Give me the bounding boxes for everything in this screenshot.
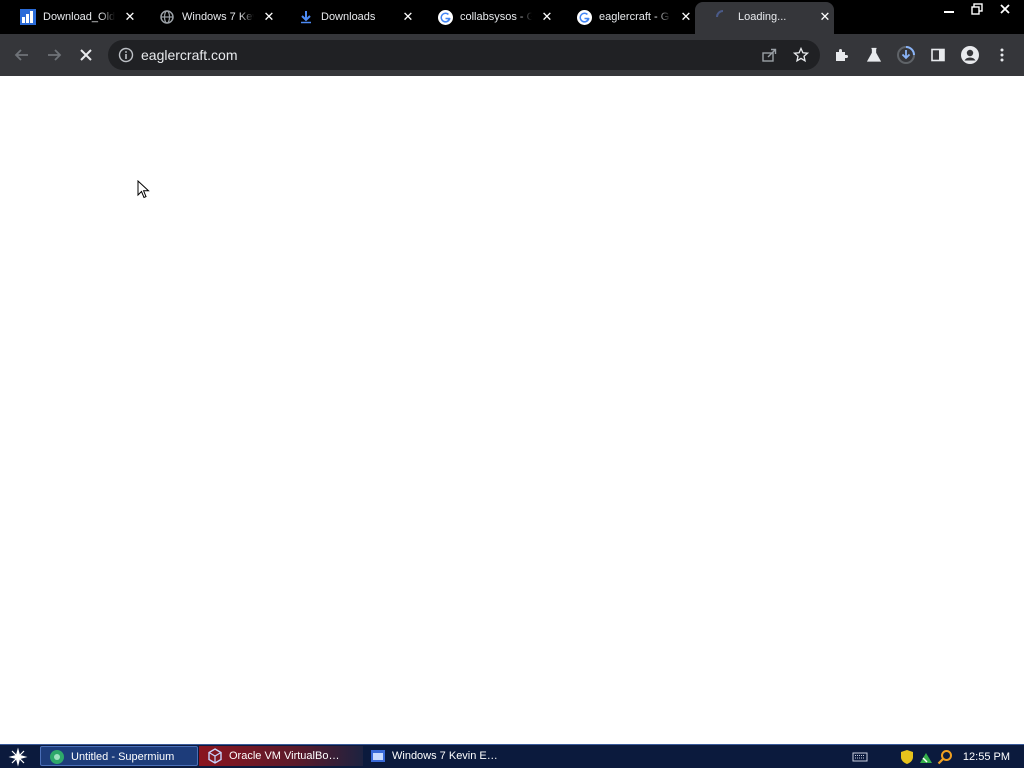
google-icon — [437, 9, 453, 25]
tab-collabsysos[interactable]: collabsysos - G ✕ — [417, 0, 556, 34]
search-icon[interactable] — [937, 749, 953, 765]
tab-title: Download_Old — [43, 11, 115, 23]
close-icon[interactable]: ✕ — [401, 10, 415, 24]
back-button[interactable] — [10, 43, 34, 67]
tab-strip: Download_Old ✕ Windows 7 Kev ✕ Downloads… — [0, 0, 1024, 34]
globe-icon — [159, 9, 175, 25]
google-icon — [576, 9, 592, 25]
page-content-area[interactable] — [0, 76, 1024, 744]
side-panel-button[interactable] — [926, 43, 950, 67]
kebab-menu-icon — [1000, 48, 1004, 62]
keyboard-icon[interactable] — [852, 749, 868, 765]
minimize-icon — [944, 11, 954, 13]
url-text[interactable]: eaglercraft.com — [141, 47, 237, 63]
forward-button[interactable] — [42, 43, 66, 67]
tab-title: collabsysos - G — [460, 11, 532, 23]
start-star-icon — [8, 747, 28, 766]
restore-icon — [971, 3, 983, 15]
taskbar-item-virtualbox[interactable]: Oracle VM VirtualBo… — [199, 746, 363, 766]
tab-title: eaglercraft - G — [599, 11, 670, 23]
window-app-icon — [371, 750, 385, 762]
flask-icon — [866, 47, 882, 62]
menu-button[interactable] — [990, 43, 1014, 67]
taskbar: Untitled - Supermium Oracle VM VirtualBo… — [0, 744, 1024, 768]
restore-button[interactable] — [964, 0, 990, 18]
puzzle-piece-icon — [836, 49, 848, 61]
side-panel-icon — [931, 48, 945, 62]
tab-eaglercraft-search[interactable]: eaglercraft - G ✕ — [556, 0, 695, 34]
stop-loading-button[interactable] — [74, 43, 98, 67]
address-bar[interactable]: eaglercraft.com — [108, 40, 820, 70]
taskbar-item-label: Oracle VM VirtualBo… — [229, 750, 340, 762]
virtualbox-icon — [208, 748, 222, 764]
close-icon[interactable]: ✕ — [679, 10, 693, 24]
network-icon[interactable] — [918, 749, 934, 765]
tab-downloads[interactable]: Downloads ✕ — [278, 0, 417, 34]
minimize-button[interactable] — [936, 0, 962, 18]
tab-windows7-kevin[interactable]: Windows 7 Kev ✕ — [139, 0, 278, 34]
download-icon — [298, 9, 314, 25]
browser-toolbar: eaglercraft.com — [0, 34, 1024, 76]
close-icon[interactable]: ✕ — [540, 10, 554, 24]
start-button[interactable] — [4, 745, 32, 768]
downloads-button[interactable] — [894, 43, 918, 67]
tab-title: Loading... — [738, 11, 787, 23]
close-window-button[interactable] — [992, 0, 1018, 18]
extensions-button[interactable] — [830, 43, 854, 67]
star-icon — [793, 47, 809, 63]
labs-button[interactable] — [862, 43, 886, 67]
clock[interactable]: 12:55 PM — [963, 751, 1010, 763]
taskbar-item-supermium[interactable]: Untitled - Supermium — [40, 746, 198, 766]
taskbar-item-windows7-kevin[interactable]: Windows 7 Kevin E… — [362, 746, 512, 766]
site-info-icon[interactable] — [118, 47, 134, 63]
close-icon[interactable]: ✕ — [818, 10, 832, 24]
tab-title: Windows 7 Kev — [182, 11, 254, 23]
window-controls — [934, 0, 1018, 18]
share-icon — [762, 48, 777, 62]
profile-button[interactable] — [958, 43, 982, 67]
supermium-icon — [50, 750, 64, 764]
back-arrow-icon — [14, 49, 28, 61]
stop-icon — [80, 49, 92, 61]
close-icon[interactable]: ✕ — [262, 10, 276, 24]
tab-loading-active[interactable]: Loading... ✕ — [695, 2, 834, 34]
screen: Download_Old ✕ Windows 7 Kev ✕ Downloads… — [0, 0, 1024, 768]
mouse-pointer-icon — [137, 180, 150, 199]
tab-download-old[interactable]: Download_Old ✕ — [0, 0, 139, 34]
close-icon[interactable]: ✕ — [123, 10, 137, 24]
security-shield-icon[interactable] — [899, 749, 915, 765]
close-icon — [1000, 4, 1010, 14]
oldversion-icon — [20, 9, 36, 25]
taskbar-item-label: Windows 7 Kevin E… — [392, 750, 498, 762]
loading-spinner-icon — [715, 9, 731, 25]
tab-title: Downloads — [321, 11, 376, 23]
avatar-icon — [961, 46, 979, 64]
taskbar-item-label: Untitled - Supermium — [71, 751, 175, 763]
forward-arrow-icon — [48, 49, 62, 61]
download-progress-icon — [897, 46, 915, 64]
bookmark-button[interactable] — [792, 46, 810, 64]
share-button[interactable] — [760, 46, 778, 64]
system-tray: 12:55 PM — [849, 745, 1024, 768]
